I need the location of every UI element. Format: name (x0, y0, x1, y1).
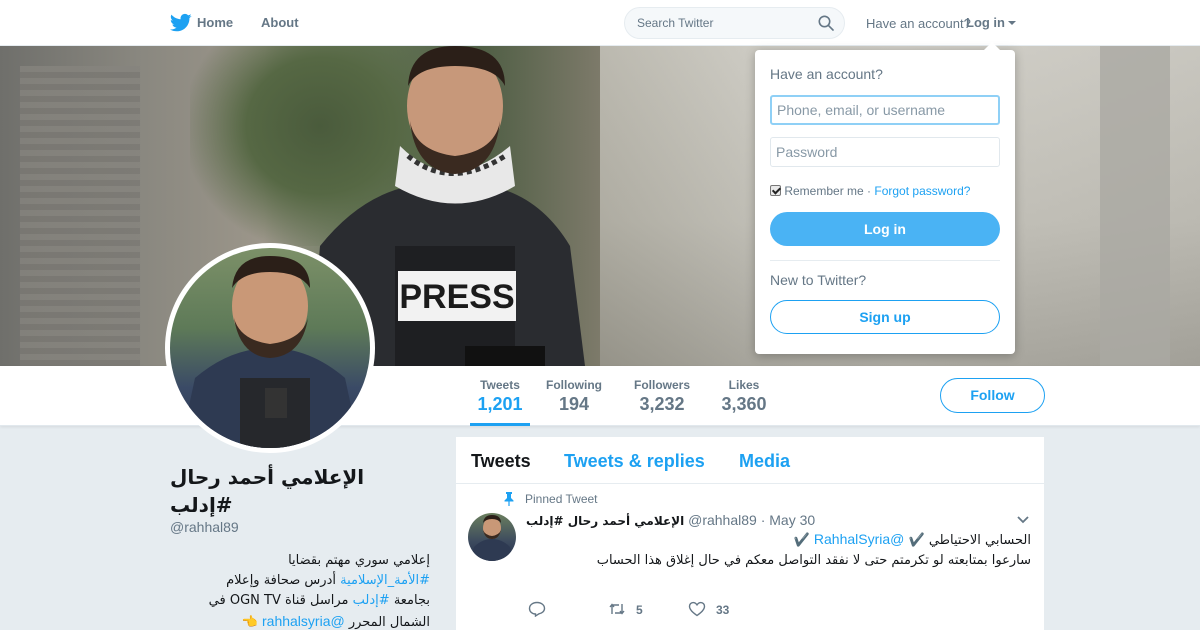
stat-label: Tweets (480, 378, 520, 392)
stat-label: Followers (633, 378, 690, 392)
search-input[interactable] (637, 15, 807, 31)
banner-background (1100, 46, 1170, 366)
bio-line: #الأمة_الإسلامية أدرس صحافة وإعلام (170, 571, 430, 591)
pointing-emoji: 👈 (241, 615, 258, 630)
tweet-line: سارعوا بمتابعته لو تكرمتم حتى لا نفقد ال… (596, 553, 1031, 568)
stat-value: 194 (558, 394, 590, 414)
separator-text: · (863, 184, 875, 198)
stat-value: 3,232 (639, 394, 685, 414)
nav-about-link[interactable]: About (261, 15, 299, 30)
stat-value: 1,201 (477, 394, 523, 414)
stat-likes[interactable]: Likes 3,360 (720, 378, 768, 415)
stat-label: Following (546, 378, 602, 392)
bio-text: أدرس صحافة وإعلام (226, 573, 341, 588)
tweet-header: الإعلامي أحمد رحال #إدلب @rahhal89 · May… (526, 512, 996, 528)
bio-line: بجامعة #إدلب مراسل قناة OGN TV في (170, 591, 430, 611)
stat-tweets[interactable]: Tweets 1,201 (470, 378, 530, 426)
search-icon[interactable] (818, 15, 834, 31)
retweet-icon[interactable] (608, 601, 626, 617)
remember-row: Remember me · Forgot password? (770, 184, 970, 198)
tweet-date[interactable]: May 30 (769, 512, 815, 528)
tweet-separator: · (760, 512, 770, 528)
tweet-author-name[interactable]: الإعلامي أحمد رحال #إدلب (526, 514, 684, 528)
bio-text: مراسل قناة OGN TV في (208, 593, 353, 608)
stat-following[interactable]: Following 194 (543, 378, 605, 415)
svg-text:PRESS: PRESS (399, 278, 514, 316)
bio-line: الشمال المحرر @rahhalsyria 👈 (170, 611, 430, 630)
pin-icon (504, 492, 514, 506)
like-count: 33 (716, 603, 730, 617)
login-dropdown: Have an account? Remember me · Forgot pa… (755, 42, 1015, 354)
heart-icon[interactable] (688, 601, 706, 617)
retweet-count: 5 (636, 603, 643, 617)
tweet-avatar[interactable] (468, 513, 516, 561)
tweet-line: الحسابي الاحتياطي ✔️ @RahhalSyria ✔️ (556, 529, 1031, 551)
stat-value: 3,360 (721, 394, 767, 414)
login-toggle[interactable]: Log in (966, 15, 1005, 30)
twitter-bird-icon[interactable] (170, 13, 192, 33)
avatar[interactable] (165, 243, 375, 453)
profile-bio: إعلامي سوري مهتم بقضايا #الأمة_الإسلامية… (170, 551, 430, 630)
remember-label[interactable]: Remember me (784, 184, 863, 198)
signup-button[interactable]: Sign up (770, 300, 1000, 334)
tweet-text: الحسابي الاحتياطي ✔️ @RahhalSyria ✔️ سار… (556, 529, 1031, 571)
hashtag-link[interactable]: #الأمة_الإسلامية (340, 573, 430, 588)
forgot-password-link[interactable]: Forgot password? (874, 184, 970, 198)
dropdown-notch (984, 42, 1000, 50)
follow-button[interactable]: Follow (940, 378, 1045, 413)
new-to-twitter-text: New to Twitter? (770, 272, 867, 288)
login-button[interactable]: Log in (770, 212, 1000, 246)
hashtag-link[interactable]: #إدلب (353, 593, 390, 608)
bio-text: بجامعة (389, 593, 430, 608)
pinned-tweet[interactable]: Pinned Tweet الإعلامي أحمد رحال #إدلب @r… (456, 437, 1044, 630)
pinned-label: Pinned Tweet (525, 492, 598, 506)
tweet-text-part: ✔️ (793, 533, 814, 548)
dropdown-title: Have an account? (770, 66, 883, 82)
avatar-photo (170, 248, 370, 448)
username-field[interactable] (770, 95, 1000, 125)
divider (770, 260, 1000, 261)
stat-label: Likes (728, 378, 760, 392)
stat-followers[interactable]: Followers 3,232 (631, 378, 693, 415)
tweet-author-handle[interactable]: @rahhal89 (688, 512, 757, 528)
search-box[interactable] (624, 7, 845, 39)
password-field[interactable] (770, 137, 1000, 167)
profile-name[interactable]: الإعلامي أحمد رحال #إدلب (170, 463, 400, 519)
top-nav: Home About Have an account? Log in (0, 0, 1200, 46)
tweet-text-part: الحسابي الاحتياطي ✔️ (908, 533, 1031, 548)
tweet-avatar-image (470, 515, 514, 561)
banner-background (20, 66, 140, 366)
caret-down-icon[interactable] (1008, 21, 1016, 25)
avatar-image (180, 256, 360, 448)
bio-text: الشمال المحرر (344, 615, 430, 630)
bio-line: إعلامي سوري مهتم بقضايا (288, 553, 430, 568)
have-account-text: Have an account? (866, 16, 971, 31)
reply-icon[interactable] (528, 601, 546, 617)
chevron-down-icon[interactable] (1016, 515, 1030, 525)
nav-home-link[interactable]: Home (197, 15, 233, 30)
remember-checkbox[interactable] (770, 185, 781, 196)
profile-handle[interactable]: @rahhal89 (170, 519, 239, 535)
mention-link[interactable]: @rahhalsyria (262, 613, 345, 629)
mention-link[interactable]: @RahhalSyria (814, 531, 904, 547)
